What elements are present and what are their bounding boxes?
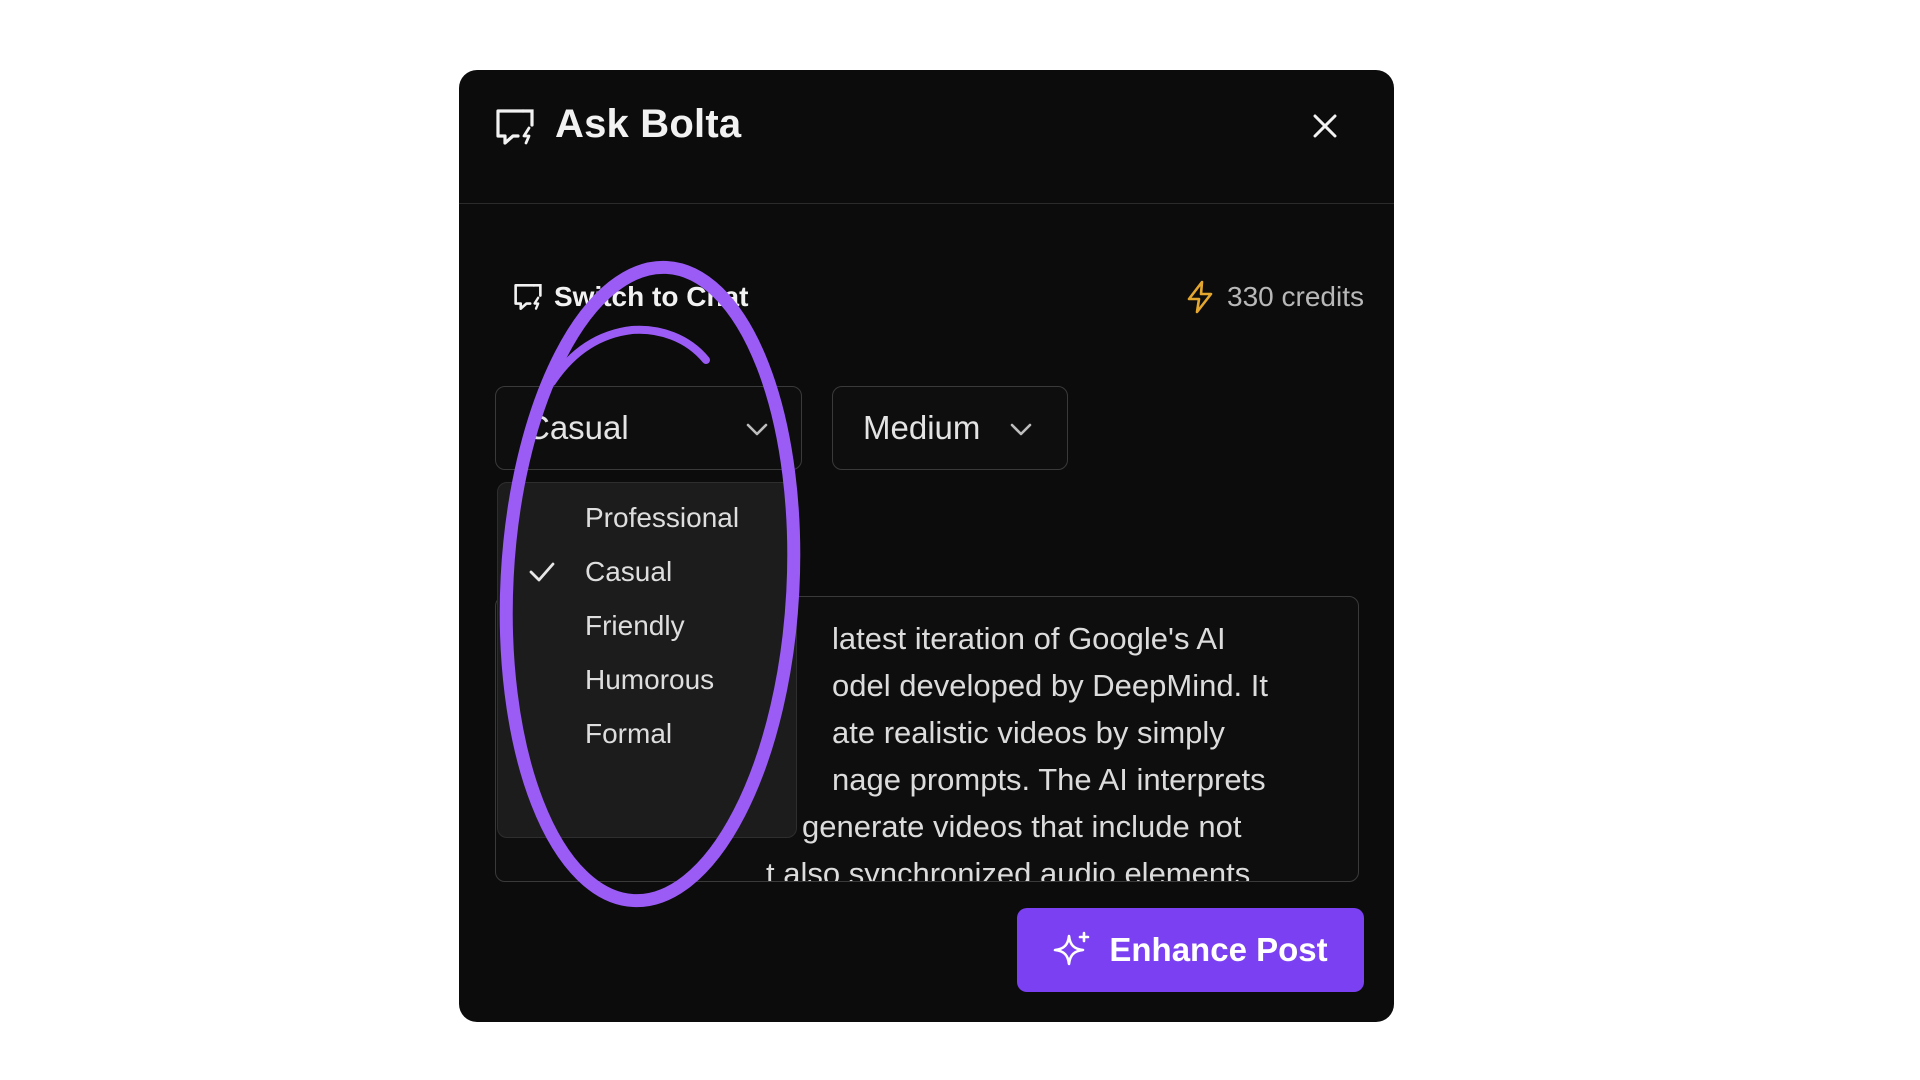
tone-dropdown-menu: Professional Casual Friendly Humorous Fo… [497,482,797,838]
lightning-icon [1187,280,1213,314]
close-icon [1313,114,1337,138]
length-select[interactable]: Medium [832,386,1068,470]
tone-option-formal[interactable]: Formal [498,707,796,761]
enhance-post-label: Enhance Post [1109,931,1328,968]
switch-to-chat-label: Switch to Chat [554,281,749,312]
tone-option-friendly[interactable]: Friendly [498,599,796,653]
length-select-value: Medium [863,409,981,446]
chat-bubble-icon [496,109,534,145]
modal-title: Ask Bolta [555,102,742,146]
chat-bubble-icon [514,284,542,310]
tone-option-label: Friendly [585,610,685,641]
credits-label: 330 credits [1227,281,1364,312]
tone-option-label: Humorous [585,664,715,695]
post-text-line: t also synchronized audio elements [766,856,1251,882]
chevron-down-icon [1010,423,1032,436]
sparkles-icon [1054,931,1090,966]
tone-option-professional[interactable]: Professional [498,491,796,545]
tone-option-label: Casual [585,556,673,587]
close-button[interactable] [1305,106,1345,146]
tone-select-value: Casual [526,409,629,446]
tone-option-label: Formal [585,718,673,749]
ask-bolta-modal: Ask Bolta Switch to Chat 330 credits Cas… [459,70,1394,1022]
tone-option-label: Professional [585,502,740,533]
modal-header: Ask Bolta [459,70,1394,204]
credits-display: 330 credits [1185,277,1364,317]
checkmark-icon [529,562,555,582]
tone-select[interactable]: Casual [495,386,802,470]
switch-to-chat-button[interactable]: Switch to Chat [512,277,748,317]
tone-option-casual[interactable]: Casual [498,545,796,599]
chevron-down-icon [746,423,768,436]
enhance-post-button[interactable]: Enhance Post [1017,908,1364,992]
tone-option-humorous[interactable]: Humorous [498,653,796,707]
